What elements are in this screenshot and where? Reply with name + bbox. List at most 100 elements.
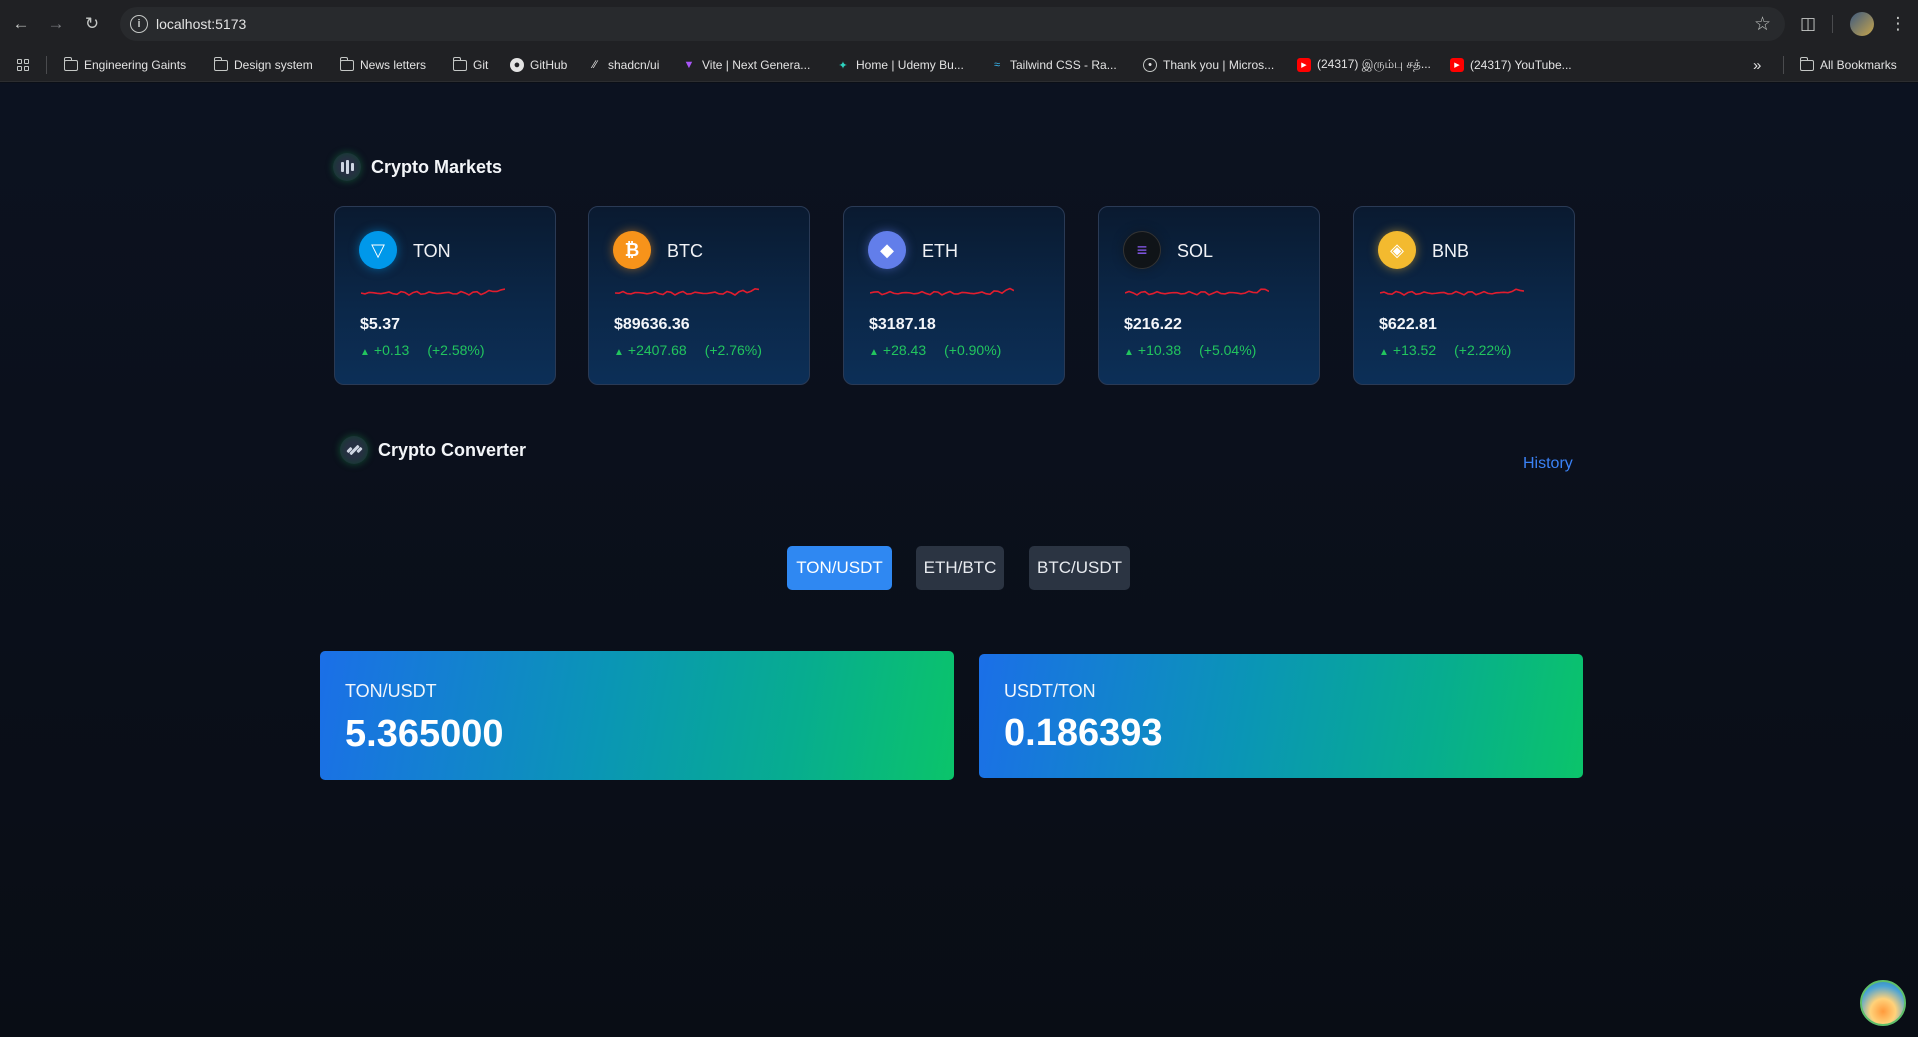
tailwind-icon: ≈ <box>993 59 1001 71</box>
history-link[interactable]: History <box>1523 455 1573 473</box>
bookmark-git[interactable]: Git <box>452 55 489 75</box>
bookmark-label: Tailwind CSS - Ra... <box>1010 58 1117 72</box>
bookmark-vite[interactable]: ▼ Vite | Next Genera... <box>682 55 811 75</box>
coin-symbol: ETH <box>922 241 958 261</box>
coin-change-percent: (+2.22%) <box>1454 342 1512 358</box>
converter-icon <box>340 436 368 464</box>
bookmarks-bar: Engineering Gaints Design system News le… <box>0 48 1918 82</box>
toolbar-divider <box>1832 15 1833 33</box>
vite-icon: ▼ <box>683 59 695 71</box>
btc-icon: ₿ <box>613 231 651 269</box>
github-icon: ● <box>510 58 524 72</box>
bookmark-label: Home | Udemy Bu... <box>856 58 964 72</box>
bookmark-shadcn[interactable]: ∕∕ shadcn/ui <box>588 55 659 75</box>
bookmark-tailwind[interactable]: ≈ Tailwind CSS - Ra... <box>990 55 1117 75</box>
extensions-icon[interactable]: ◫ <box>1796 12 1820 36</box>
price-sparkline <box>615 287 759 296</box>
bookmark-star-icon[interactable]: ☆ <box>1754 13 1771 36</box>
coin-change: +10.38 (+5.04%) <box>1124 342 1256 358</box>
bookmark-design-system[interactable]: Design system <box>213 55 313 75</box>
bookmark-label: Design system <box>234 58 313 72</box>
bookmark-engineering-gaints[interactable]: Engineering Gaints <box>63 55 187 75</box>
market-card-btc[interactable]: ₿ BTC $89636.36 +2407.68 (+2.76%) <box>588 206 810 385</box>
coin-price: $89636.36 <box>614 316 690 333</box>
price-sparkline <box>1125 288 1269 296</box>
coin-change: +13.52 (+2.22%) <box>1379 342 1511 358</box>
rate-label: USDT/TON <box>1004 681 1096 701</box>
eth-icon: ◆ <box>868 231 906 269</box>
bookmarks-divider <box>1783 56 1784 74</box>
folder-icon <box>1799 56 1814 71</box>
candlestick-icon <box>333 153 361 181</box>
coin-symbol: TON <box>413 241 451 261</box>
price-sparkline <box>361 288 505 296</box>
menu-icon[interactable]: ⋮ <box>1886 12 1910 36</box>
bookmark-microsoft[interactable]: • Thank you | Micros... <box>1143 55 1274 75</box>
rate-value: 5.365000 <box>345 713 504 755</box>
forward-icon[interactable]: → <box>44 12 68 36</box>
bookmark-label: Vite | Next Genera... <box>702 58 811 72</box>
apps-icon[interactable] <box>17 55 29 75</box>
bookmark-news-letters[interactable]: News letters <box>339 55 427 75</box>
youtube-icon: ▶ <box>1297 58 1311 72</box>
coin-change: +2407.68 (+2.76%) <box>614 342 762 358</box>
bookmarks-overflow-icon[interactable]: » <box>1753 55 1761 75</box>
coin-symbol: SOL <box>1177 241 1214 261</box>
coin-change-amount: +0.13 <box>360 342 409 358</box>
address-url[interactable]: localhost:5173 <box>156 16 246 32</box>
markets-title: Crypto Markets <box>371 156 503 177</box>
folder-icon <box>452 56 467 71</box>
bookmark-youtube-2[interactable]: ▶ (24317) YouTube... <box>1450 55 1572 75</box>
rate-label: TON/USDT <box>345 681 437 701</box>
back-icon[interactable]: ← <box>9 12 33 36</box>
converter-heading: Crypto Converter <box>340 436 526 464</box>
sparkline-path <box>870 287 1014 296</box>
rate-value: 0.186393 <box>1004 712 1163 754</box>
pair-button-ton-usdt[interactable]: TON/USDT <box>787 546 892 590</box>
sparkline-path <box>1380 288 1524 296</box>
site-info-icon[interactable]: i <box>130 15 148 33</box>
address-bar[interactable]: i localhost:5173 ☆ <box>120 7 1785 41</box>
profile-avatar[interactable] <box>1850 12 1874 36</box>
coin-change-amount: +2407.68 <box>614 342 687 358</box>
floating-assistant-avatar[interactable] <box>1860 980 1906 1026</box>
sparkline-path <box>615 287 759 296</box>
coin-change-amount: +13.52 <box>1379 342 1436 358</box>
coin-change-percent: (+0.90%) <box>944 342 1002 358</box>
bookmark-github[interactable]: ● GitHub <box>510 55 567 75</box>
bnb-icon: ◈ <box>1378 231 1416 269</box>
bookmark-label: Git <box>473 58 489 72</box>
bookmark-label: GitHub <box>530 58 568 72</box>
coin-price: $216.22 <box>1124 316 1182 333</box>
price-sparkline <box>870 287 1014 296</box>
market-cards: ▽ TON $5.37 +0.13 (+2.58%) ₿ BTC $89636.… <box>334 206 1575 385</box>
pair-button-btc-usdt[interactable]: BTC/USDT <box>1029 546 1130 590</box>
browser-toolbar: ← → ↻ i localhost:5173 ☆ ◫ ⋮ <box>0 0 1918 48</box>
sparkline-path <box>361 288 505 296</box>
app-page: Crypto Markets ▽ TON $5.37 +0.13 (+2.58%… <box>0 83 1918 1037</box>
market-card-sol[interactable]: ≡ SOL $216.22 +10.38 (+5.04%) <box>1098 206 1320 385</box>
youtube-icon: ▶ <box>1450 58 1464 72</box>
market-card-eth[interactable]: ◆ ETH $3187.18 +28.43 (+0.90%) <box>843 206 1065 385</box>
bookmark-udemy[interactable]: ✦ Home | Udemy Bu... <box>836 55 964 75</box>
bookmark-label: News letters <box>360 58 427 72</box>
sparkline-path <box>1125 288 1269 296</box>
coin-symbol: BTC <box>667 241 703 261</box>
bookmark-label: Thank you | Micros... <box>1163 58 1275 72</box>
coin-price: $5.37 <box>360 316 401 333</box>
shadcn-icon: ∕∕ <box>593 59 597 71</box>
bookmark-label: Engineering Gaints <box>84 58 187 72</box>
coin-change-percent: (+2.76%) <box>704 342 762 358</box>
reload-icon[interactable]: ↻ <box>80 12 104 36</box>
market-card-bnb[interactable]: ◈ BNB $622.81 +13.52 (+2.22%) <box>1353 206 1575 385</box>
rate-card-inverse: USDT/TON 0.186393 <box>979 654 1583 778</box>
folder-icon <box>339 56 354 71</box>
rate-card-primary: TON/USDT 5.365000 <box>320 651 954 780</box>
folder-icon <box>213 56 228 71</box>
folder-icon <box>63 56 78 71</box>
coin-change: +28.43 (+0.90%) <box>869 342 1001 358</box>
market-card-ton[interactable]: ▽ TON $5.37 +0.13 (+2.58%) <box>334 206 556 385</box>
pair-button-eth-btc[interactable]: ETH/BTC <box>916 546 1004 590</box>
all-bookmarks[interactable]: All Bookmarks <box>1799 55 1897 75</box>
bookmark-youtube-1[interactable]: ▶ (24317) இரும்பு சத்... <box>1297 55 1431 75</box>
